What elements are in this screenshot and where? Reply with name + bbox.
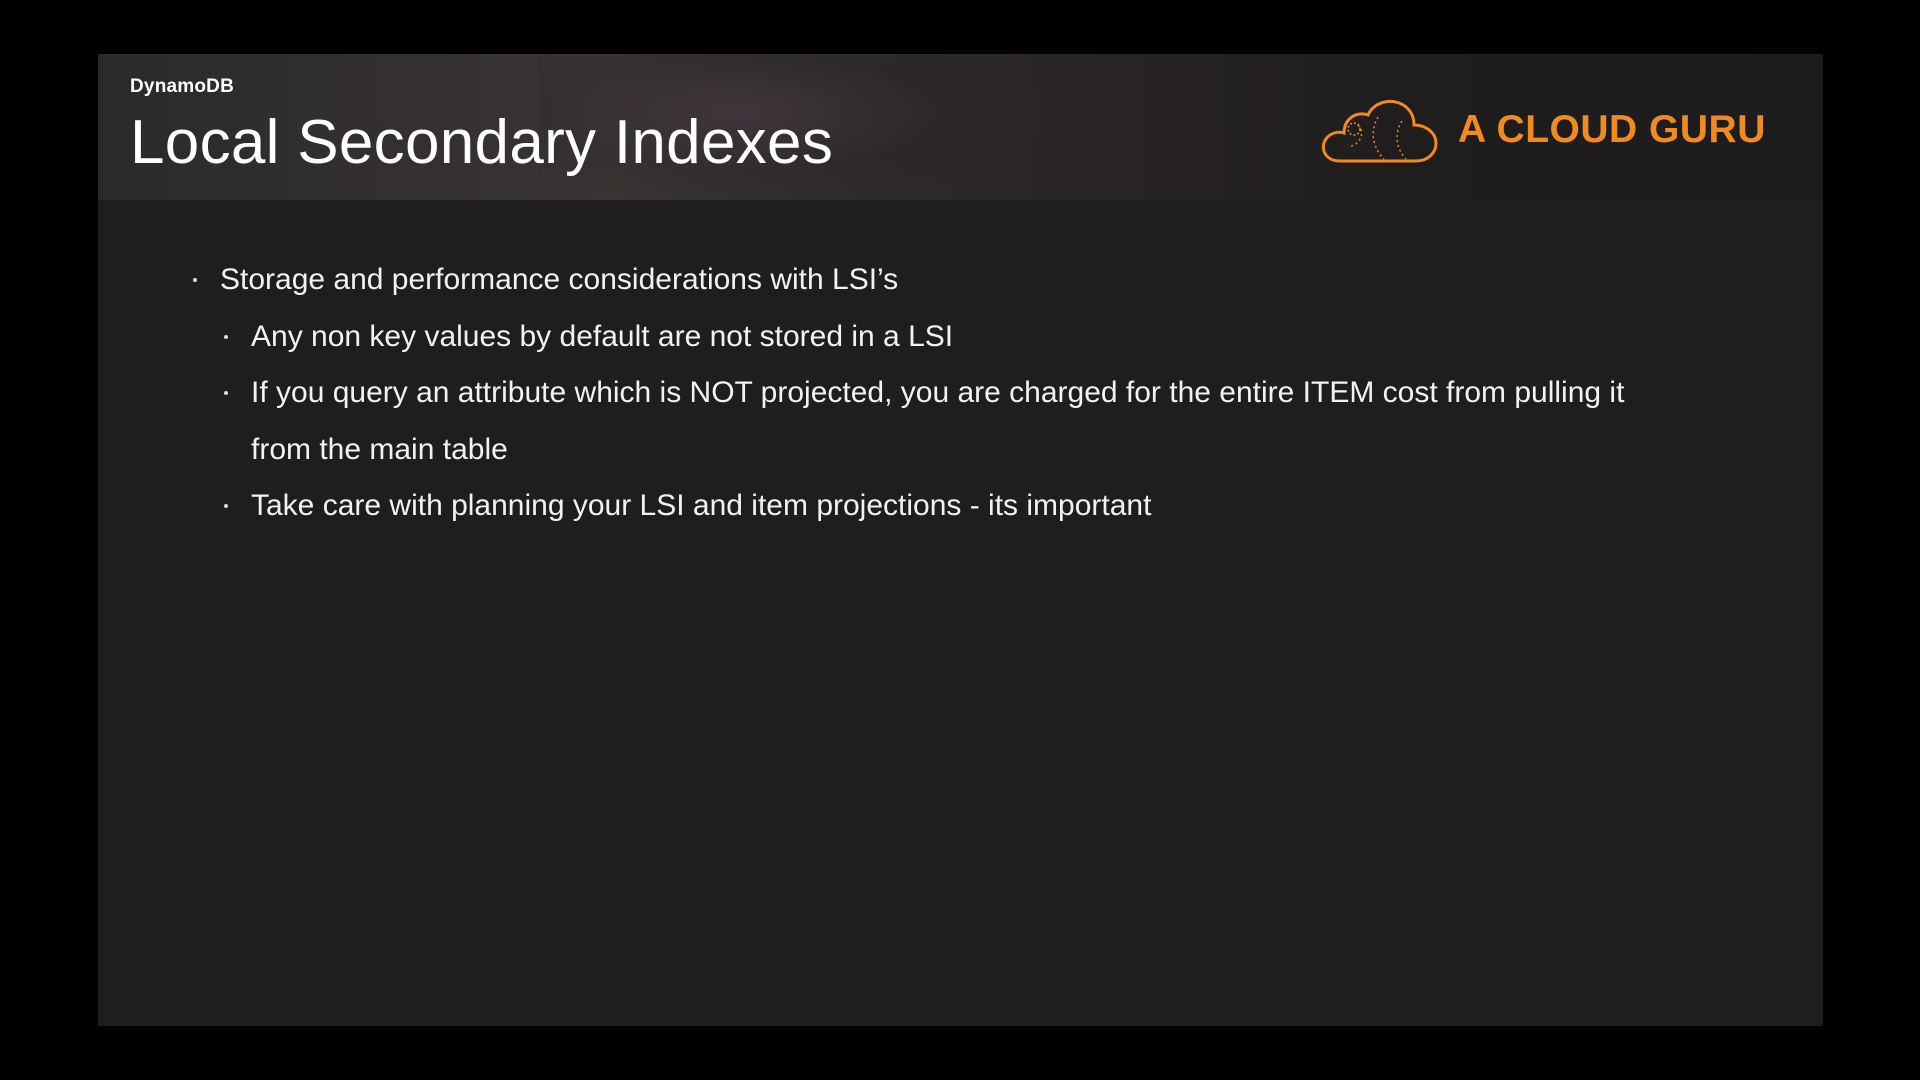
slide: DynamoDB Local Secondary Indexes A CLOUD…	[98, 54, 1823, 1026]
logo: A CLOUD GURU	[1318, 90, 1766, 170]
bullet-marker	[224, 335, 228, 339]
bullet-level2: If you query an attribute which is NOT p…	[251, 376, 1625, 409]
bullet-marker	[224, 391, 228, 395]
bullet-level2-continuation: from the main table	[251, 433, 508, 466]
bullet-level2: Any non key values by default are not st…	[251, 320, 954, 353]
cloud-icon	[1318, 95, 1442, 165]
bullet-level2: Take care with planning your LSI and ite…	[251, 489, 1152, 522]
bullet-marker	[193, 278, 197, 282]
logo-wordmark: A CLOUD GURU	[1458, 108, 1766, 151]
slide-title: Local Secondary Indexes	[130, 108, 834, 177]
bullet-marker	[224, 504, 228, 508]
slide-kicker: DynamoDB	[130, 76, 235, 97]
slide-header: DynamoDB Local Secondary Indexes A CLOUD…	[98, 54, 1823, 200]
bullet-level1: Storage and performance considerations w…	[220, 263, 899, 296]
